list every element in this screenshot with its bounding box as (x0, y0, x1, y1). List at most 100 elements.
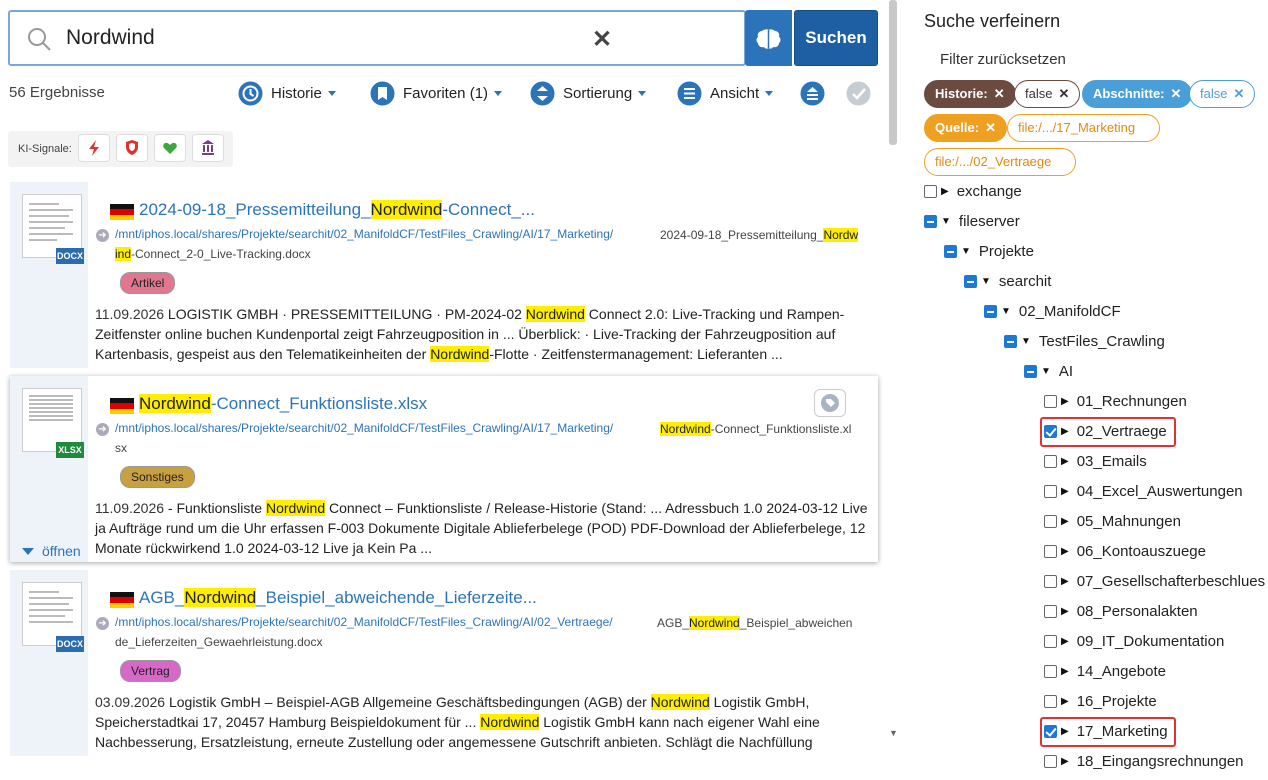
tree-item-it-doku[interactable]: ▶ 09_IT_Dokumentation (1044, 630, 1224, 652)
checkbox[interactable] (924, 214, 937, 228)
result-card[interactable]: DOCX AGB_Nordwind_Beispiel_abweichende_L… (10, 570, 878, 756)
remove-icon[interactable]: ✕ (1058, 86, 1069, 101)
result-card[interactable]: DOCX 2024-09-18_Pressemitteilung_Nordwin… (10, 182, 878, 368)
select-all-icon[interactable] (846, 81, 871, 106)
scroll-down-icon[interactable]: ▼ (889, 728, 898, 738)
checkbox[interactable] (924, 184, 937, 198)
lightning-signal-button[interactable] (78, 134, 110, 162)
category-tag[interactable]: Artikel (120, 272, 176, 294)
tree-item-kontoauszuege[interactable]: ▶ 06_Kontoauszuege (1044, 540, 1206, 562)
result-card[interactable]: XLSX Nordwind-Connect_Funktionsliste.xls… (10, 376, 878, 562)
view-dropdown[interactable]: Ansicht (677, 80, 774, 106)
expand-icon[interactable]: ▶ (1061, 546, 1069, 557)
favorites-dropdown[interactable]: Favoriten (1) (370, 80, 503, 106)
expand-icon[interactable]: ▶ (1061, 666, 1069, 677)
expand-icon[interactable]: ▶ (1061, 516, 1069, 527)
clear-icon[interactable]: ✕ (592, 25, 612, 54)
checkbox[interactable] (1044, 694, 1057, 708)
result-title[interactable]: 2024-09-18_Pressemitteilung_Nordwind-Con… (139, 200, 535, 220)
collapse-icon[interactable]: ▼ (1041, 366, 1051, 377)
expand-icon[interactable]: ▶ (1061, 606, 1069, 617)
category-tag[interactable]: Vertrag (120, 660, 181, 682)
heart-icon (163, 142, 177, 154)
result-path[interactable]: /mnt/iphos.local/shares/Projekte/searchi… (115, 421, 613, 435)
tree-item-personalakten[interactable]: ▶ 08_Personalakten (1044, 600, 1198, 622)
tree-item-exchange[interactable]: ▶ exchange (924, 180, 1022, 202)
tree-item-excel[interactable]: ▶ 04_Excel_Auswertungen (1044, 480, 1243, 502)
checkbox[interactable] (1044, 604, 1057, 618)
result-path[interactable]: /mnt/iphos.local/shares/Projekte/searchi… (115, 615, 613, 629)
category-tag[interactable]: Sonstiges (120, 466, 195, 488)
sections-value-chip[interactable]: false ✕ (1189, 80, 1256, 108)
history-icon (238, 81, 263, 105)
checkbox[interactable] (1004, 334, 1017, 348)
checkbox[interactable] (1044, 454, 1057, 468)
remove-icon[interactable]: ✕ (985, 120, 996, 135)
ai-search-button[interactable] (745, 10, 792, 66)
checkbox[interactable] (984, 304, 997, 318)
checkbox[interactable] (964, 274, 977, 288)
checkbox[interactable] (1044, 544, 1057, 558)
checkbox[interactable] (1044, 514, 1057, 528)
checkbox[interactable] (1044, 634, 1057, 648)
tree-item-searchit[interactable]: ▼ searchit (964, 270, 1051, 292)
checkbox[interactable] (1044, 484, 1057, 498)
building-signal-button[interactable] (192, 134, 224, 162)
result-filename-continued: de_Lieferzeiten_Gewaehrleistung.docx (115, 635, 323, 649)
expand-icon[interactable]: ▶ (1061, 696, 1069, 707)
remove-icon[interactable]: ✕ (994, 86, 1005, 101)
heart-signal-button[interactable] (154, 134, 186, 162)
sections-filter-chip[interactable]: Abschnitte: ✕ (1082, 80, 1193, 108)
collapse-all-icon[interactable] (800, 81, 825, 106)
collapse-icon[interactable]: ▼ (1021, 336, 1031, 347)
expand-icon[interactable]: ▶ (1061, 636, 1069, 647)
source-value-chip[interactable]: file:/.../17_Marketing (1007, 114, 1161, 142)
tree-item-gesellschafter[interactable]: ▶ 07_Gesellschafterbeschlues (1044, 570, 1265, 592)
tree-item-mahnungen[interactable]: ▶ 05_Mahnungen (1044, 510, 1181, 532)
result-title[interactable]: AGB_Nordwind_Beispiel_abweichende_Liefer… (139, 588, 537, 608)
result-path[interactable]: /mnt/iphos.local/shares/Projekte/searchi… (115, 227, 613, 241)
tree-item-projekte-16[interactable]: ▶ 16_Projekte (1044, 690, 1157, 712)
source-filter-chip[interactable]: Quelle: ✕ (924, 114, 1007, 142)
history-dropdown[interactable]: Historie (238, 80, 336, 106)
tree-item-rechnungen[interactable]: ▶ 01_Rechnungen (1044, 390, 1187, 412)
remove-icon[interactable]: ✕ (1233, 86, 1244, 101)
expand-icon[interactable]: ▶ (941, 186, 949, 197)
source-value-chip[interactable]: file:/.../02_Vertraege (924, 148, 1077, 176)
tree-item-manifoldcf[interactable]: ▼ 02_ManifoldCF (984, 300, 1121, 322)
tree-item-emails[interactable]: ▶ 03_Emails (1044, 450, 1147, 472)
tree-item-eingangsrechnungen[interactable]: ▶ 18_Eingangsrechnungen (1044, 750, 1244, 772)
tree-item-ai[interactable]: ▼ AI (1024, 360, 1073, 382)
shield-signal-button[interactable] (116, 134, 148, 162)
history-filter-chip[interactable]: Historie: ✕ (924, 80, 1016, 108)
expand-icon[interactable]: ▶ (1061, 456, 1069, 467)
checkbox[interactable] (944, 244, 957, 258)
collapse-icon[interactable]: ▼ (961, 246, 971, 257)
checkbox[interactable] (1044, 574, 1057, 588)
tree-item-testfiles[interactable]: ▼ TestFiles_Crawling (1004, 330, 1165, 352)
collapse-icon[interactable]: ▼ (981, 276, 991, 287)
history-value-chip[interactable]: false ✕ (1014, 80, 1081, 108)
expand-icon[interactable]: ▶ (1061, 576, 1069, 587)
tree-item-angebote[interactable]: ▶ 14_Angebote (1044, 660, 1166, 682)
checkbox[interactable] (1044, 664, 1057, 678)
reset-filters-link[interactable]: Filter zurücksetzen (940, 51, 1066, 68)
checkbox[interactable] (1024, 364, 1037, 378)
expand-icon[interactable]: ▶ (1061, 756, 1069, 767)
result-title[interactable]: Nordwind-Connect_Funktionsliste.xlsx (139, 394, 427, 414)
remove-icon[interactable]: ✕ (1171, 86, 1182, 101)
expand-icon[interactable]: ▶ (1061, 486, 1069, 497)
expand-icon[interactable]: ▶ (1061, 396, 1069, 407)
collapse-icon[interactable]: ▼ (941, 216, 951, 227)
scrollbar-thumb[interactable] (889, 0, 897, 145)
sort-dropdown[interactable]: Sortierung (530, 80, 647, 106)
collapse-icon[interactable]: ▼ (1001, 306, 1011, 317)
checkbox[interactable] (1044, 394, 1057, 408)
open-toggle[interactable]: öffnen (22, 543, 81, 559)
search-button[interactable]: Suchen (794, 10, 878, 66)
tree-item-projekte[interactable]: ▼ Projekte (944, 240, 1034, 262)
checkbox[interactable] (1044, 754, 1057, 768)
search-input[interactable]: Nordwind ✕ (8, 10, 746, 66)
tree-item-fileserver[interactable]: ▼ fileserver (924, 210, 1020, 232)
tag-button[interactable] (814, 389, 846, 417)
